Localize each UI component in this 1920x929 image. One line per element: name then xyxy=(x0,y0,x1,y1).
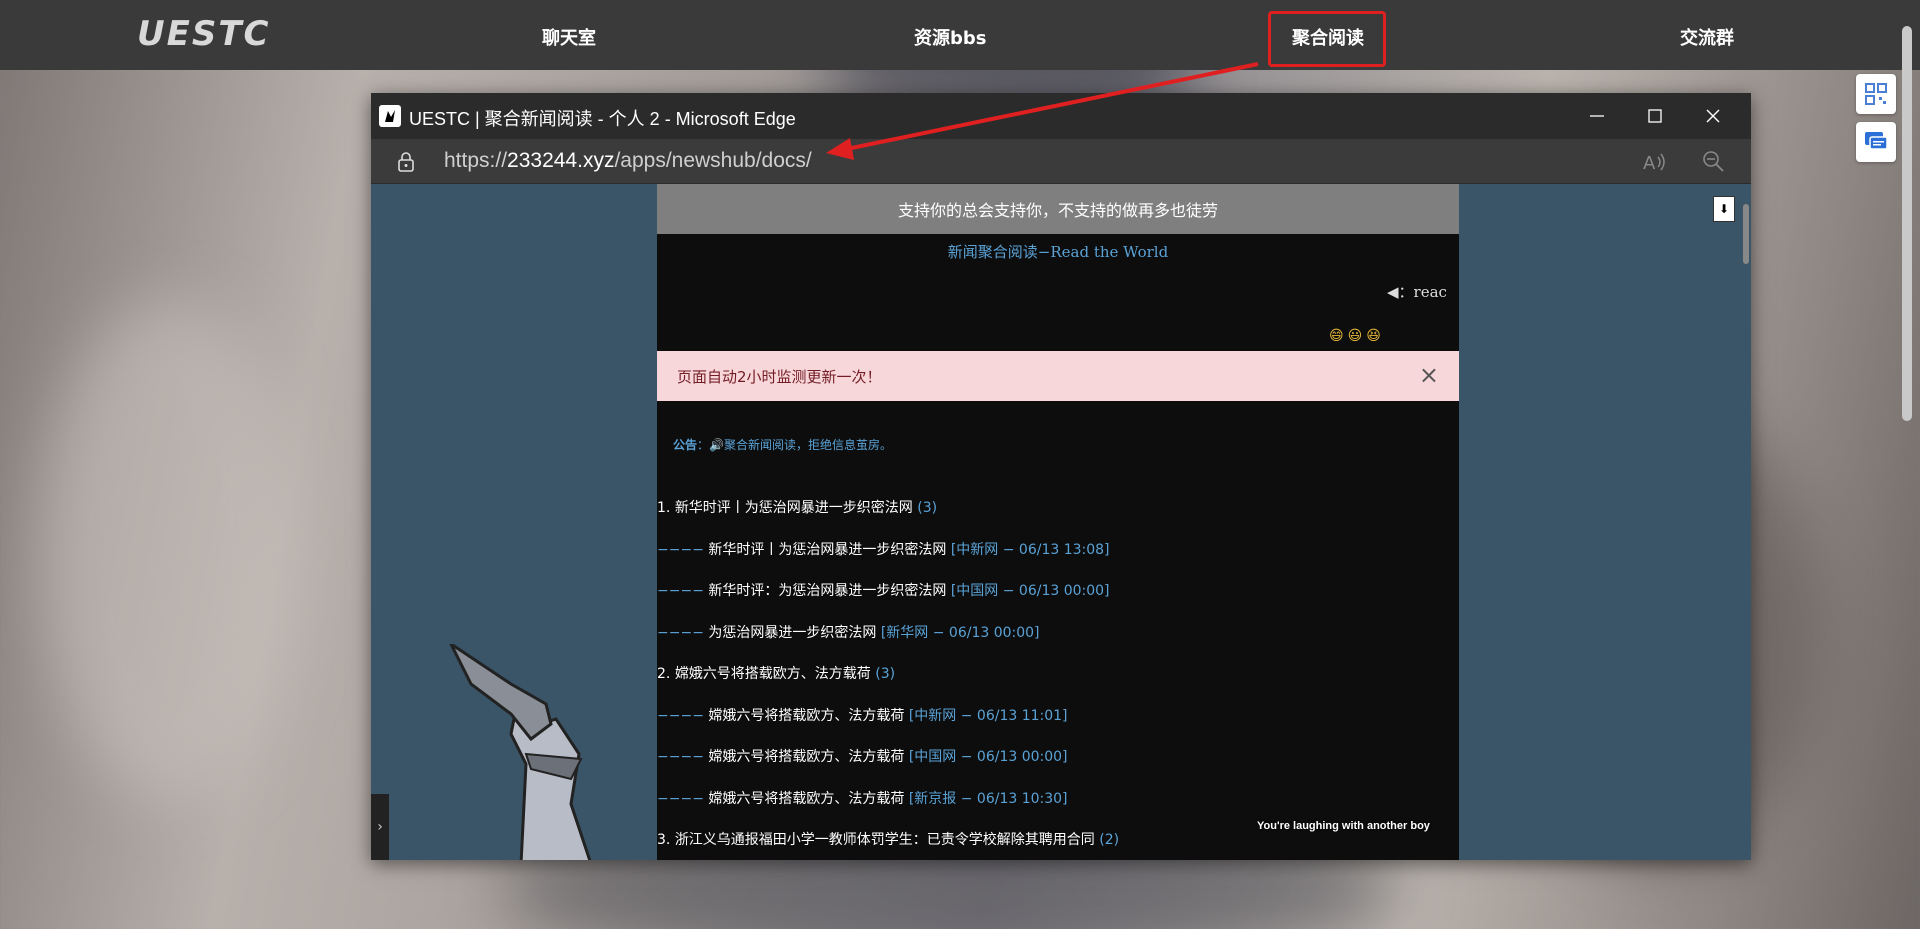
close-button[interactable] xyxy=(1695,99,1731,133)
nav-resource-bbs[interactable]: 资源bbs xyxy=(914,24,986,50)
minimize-button[interactable] xyxy=(1579,99,1615,133)
notice-text: ：🔊聚合新闻阅读，拒绝信息茧房。 xyxy=(697,438,892,452)
news-subitem[interactable]: −−−− 嫦娥六号将搭载欧方、法方载荷 [中新网 − 06/13 11:01] xyxy=(657,705,1068,725)
news-item[interactable]: 3. 浙江义乌通报福田小学一教师体罚学生：已责令学校解除其聘用合同 (2) xyxy=(657,829,1119,849)
news-item[interactable]: 2. 嫦娥六号将搭载欧方、法方载荷 (3) xyxy=(657,663,895,683)
close-icon[interactable]: × xyxy=(1419,361,1439,389)
download-button[interactable]: ⬇ xyxy=(1713,196,1735,222)
edge-window: UESTC | 聚合新闻阅读 - 个人 2 - Microsoft Edge h… xyxy=(371,93,1751,860)
site-favicon-icon xyxy=(379,105,401,127)
news-content: 支持你的总会支持你，不支持的做再多也徒劳 新闻聚合阅读−Read the Wor… xyxy=(657,184,1459,860)
qr-code-icon xyxy=(1865,83,1887,105)
slogan-banner: 支持你的总会支持你，不支持的做再多也徒劳 xyxy=(657,184,1459,234)
minimize-icon xyxy=(1590,115,1604,117)
read-aloud-icon[interactable]: A xyxy=(1643,151,1669,178)
chevron-right-icon: › xyxy=(377,819,383,835)
emoji-reactions[interactable]: 😄😃😆 xyxy=(1329,328,1385,344)
news-item[interactable]: 1. 新华时评丨为惩治网暴进一步织密法网 (3) xyxy=(657,497,937,517)
news-subitem[interactable]: −−−− 新华时评：为惩治网暴进一步织密法网 [中国网 − 06/13 00:0… xyxy=(657,580,1110,600)
highlight-box xyxy=(1268,11,1386,67)
notice: 公告：🔊聚合新闻阅读，拒绝信息茧房。 xyxy=(673,436,892,453)
address-bar[interactable]: https://233244.xyz/apps/newshub/docs/ A xyxy=(371,139,1751,183)
nav-group[interactable]: 交流群 xyxy=(1680,24,1734,50)
news-subitem[interactable]: −−−− 嫦娥六号将搭载欧方、法方载荷 [新京报 − 06/13 10:30] xyxy=(657,788,1068,808)
zoom-out-icon[interactable] xyxy=(1701,149,1725,178)
notice-label: 公告 xyxy=(673,438,698,452)
url-text[interactable]: https://233244.xyz/apps/newshub/docs/ xyxy=(444,149,812,173)
close-icon xyxy=(1706,109,1720,123)
sidebar-toggle-button[interactable]: › xyxy=(371,794,389,860)
cat-illustration xyxy=(449,644,592,860)
background-blur xyxy=(40,300,300,800)
maximize-button[interactable] xyxy=(1637,99,1673,133)
update-alert: 页面自动2小时监测更新一次！ × xyxy=(657,351,1459,401)
window-title: UESTC | 聚合新闻阅读 - 个人 2 - Microsoft Edge xyxy=(409,109,796,129)
news-subitem[interactable]: −−−− 为惩治网暴进一步织密法网 [新华网 − 06/13 00:00] xyxy=(657,622,1040,642)
nav-chatroom[interactable]: 聊天室 xyxy=(542,24,596,50)
scrollbar-thumb[interactable] xyxy=(1902,26,1912,421)
lock-icon[interactable] xyxy=(397,151,415,173)
site-logo[interactable]: UESTC xyxy=(137,14,270,54)
chat-icon xyxy=(1865,132,1888,150)
page-viewport: › 支持你的总会支持你，不支持的做再多也徒劳 新闻聚合阅读−Read the W… xyxy=(371,184,1751,860)
site-title[interactable]: 新闻聚合阅读−Read the World xyxy=(657,241,1459,262)
chat-button[interactable] xyxy=(1856,122,1896,162)
alert-text: 页面自动2小时监测更新一次！ xyxy=(677,367,882,386)
marquee-text: ◀：reac xyxy=(1387,283,1447,301)
inner-scrollbar[interactable] xyxy=(1741,184,1751,860)
title-bar: UESTC | 聚合新闻阅读 - 个人 2 - Microsoft Edge xyxy=(371,93,1751,139)
download-icon: ⬇ xyxy=(1718,202,1730,216)
top-navbar: UESTC 聊天室 资源bbs 聚合阅读 交流群 xyxy=(0,0,1920,70)
scrollbar-thumb[interactable] xyxy=(1743,204,1749,264)
qr-code-button[interactable] xyxy=(1856,74,1896,114)
svg-text:A: A xyxy=(1643,153,1656,173)
news-subitem[interactable]: −−−− 新华时评丨为惩治网暴进一步织密法网 [中新网 − 06/13 13:0… xyxy=(657,539,1110,559)
music-tooltip: You're laughing with another boy xyxy=(1257,820,1430,832)
news-subitem[interactable]: −−−− 嫦娥六号将搭载欧方、法方载荷 [中国网 − 06/13 00:00] xyxy=(657,746,1068,766)
maximize-icon xyxy=(1648,109,1662,123)
page-scrollbar[interactable] xyxy=(1900,26,1914,926)
